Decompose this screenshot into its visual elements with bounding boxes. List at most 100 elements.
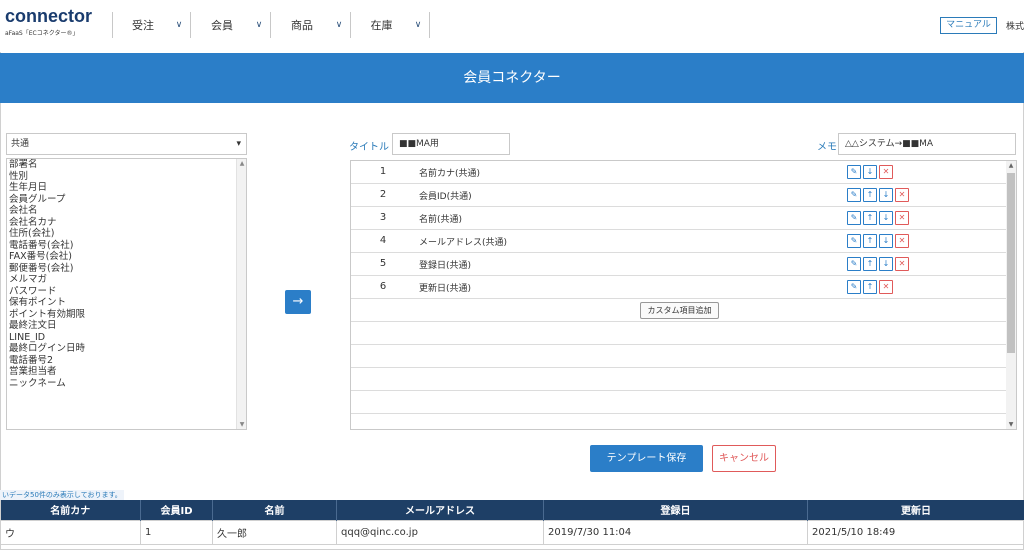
arrow-up-icon[interactable]: ↑ [863, 257, 877, 271]
close-icon[interactable]: ✕ [895, 257, 909, 271]
table-row: 2 会員ID(共通) ✎ ↑ ↓ ✕ [351, 184, 1008, 207]
add-custom-field-button[interactable]: カスタム項目追加 [640, 302, 719, 319]
nav-products-label: 商品 [291, 19, 313, 32]
column-header[interactable]: 名前 [212, 500, 337, 520]
list-item[interactable]: 会社名 [7, 205, 246, 217]
memo-input[interactable]: △△システム→■■MA [838, 133, 1016, 155]
list-item[interactable]: 会員グループ [7, 194, 246, 206]
selected-columns-table: 1 名前カナ(共通) ✎ ↓ ✕ 2 会員ID(共通) ✎ ↑ ↓ ✕ 3 名前(共通) ✎ ↑ ↓ ✕ 4 メール… [350, 160, 1017, 430]
list-item[interactable]: 電話番号2 [7, 355, 246, 367]
arrow-up-icon[interactable]: ↑ [863, 280, 877, 294]
preview-table: 名前カナ 会員ID 名前 メールアドレス 登録日 更新日 ウ 1 久一郎 qqq@qinc.co… [0, 500, 1024, 545]
list-item[interactable]: FAX番号(会社) [7, 251, 246, 263]
arrow-right-icon: → [292, 294, 304, 309]
close-icon[interactable]: ✕ [879, 280, 893, 294]
row-number: 4 [379, 235, 387, 246]
column-header[interactable]: 登録日 [543, 500, 808, 520]
row-number: 5 [379, 258, 387, 269]
nav-inventory[interactable]: 在庫 ∨ [350, 12, 429, 38]
column-name: 会員ID(共通) [419, 192, 472, 202]
scroll-up-icon[interactable]: ▲ [1006, 162, 1016, 169]
list-item[interactable]: 部署名 [7, 159, 246, 171]
pencil-icon[interactable]: ✎ [847, 280, 861, 294]
column-header[interactable]: メールアドレス [336, 500, 544, 520]
column-name: メールアドレス(共通) [419, 238, 508, 248]
fields-scrollbar[interactable]: ▲ ▼ [236, 159, 246, 429]
table-cell: 2021/5/10 18:49 [807, 519, 1024, 545]
arrow-up-icon[interactable]: ↑ [863, 234, 877, 248]
list-item[interactable]: 最終注文日 [7, 320, 246, 332]
list-item[interactable]: 住所(会社) [7, 228, 246, 240]
list-item[interactable]: メルマガ [7, 274, 246, 286]
arrow-down-icon[interactable]: ↓ [879, 188, 893, 202]
list-item[interactable]: 保有ポイント [7, 297, 246, 309]
list-item[interactable]: ポイント有効期限 [7, 309, 246, 321]
scroll-down-icon[interactable]: ▼ [237, 421, 246, 428]
list-item[interactable]: 会社名カナ [7, 217, 246, 229]
list-item[interactable]: 性別 [7, 171, 246, 183]
scroll-up-icon[interactable]: ▲ [237, 160, 246, 167]
close-icon[interactable]: ✕ [879, 165, 893, 179]
close-icon[interactable]: ✕ [895, 188, 909, 202]
page-title: 会員コネクター [0, 53, 1024, 103]
row-actions: ✎ ↑ ↓ ✕ [847, 188, 909, 202]
pencil-icon[interactable]: ✎ [847, 257, 861, 271]
arrow-down-icon[interactable]: ↓ [863, 165, 877, 179]
table-row: 4 メールアドレス(共通) ✎ ↑ ↓ ✕ [351, 230, 1008, 253]
scrollbar-thumb[interactable] [1007, 173, 1015, 353]
column-header[interactable]: 更新日 [807, 500, 1024, 520]
list-item[interactable]: LINE_ID [7, 332, 246, 344]
list-item[interactable]: 電話番号(会社) [7, 240, 246, 252]
list-item[interactable]: 営業担当者 [7, 366, 246, 378]
cancel-button[interactable]: キャンセル [712, 445, 776, 472]
table-row [351, 368, 1008, 391]
list-item[interactable]: パスワード [7, 286, 246, 298]
arrow-up-icon[interactable]: ↑ [863, 188, 877, 202]
nav-divider [429, 12, 430, 38]
available-fields-list[interactable]: 部署名 性別 生年月日 会員グループ 会社名 会社名カナ 住所(会社) 電話番号(会社) FAX… [6, 158, 247, 430]
pencil-icon[interactable]: ✎ [847, 188, 861, 202]
table-row: 6 更新日(共通) ✎ ↑ ✕ [351, 276, 1008, 299]
app-logo-subtitle: aFaaS「ECコネクター®」 [5, 30, 79, 37]
manual-button[interactable]: マニュアル [940, 17, 997, 34]
column-name: 名前(共通) [419, 215, 463, 225]
close-icon[interactable]: ✕ [895, 234, 909, 248]
close-icon[interactable]: ✕ [895, 211, 909, 225]
row-actions: ✎ ↑ ↓ ✕ [847, 234, 909, 248]
nav-orders[interactable]: 受注 ∨ [112, 12, 190, 38]
list-item[interactable]: ニックネーム [7, 378, 246, 390]
row-actions: ✎ ↓ ✕ [847, 165, 893, 179]
arrow-down-icon[interactable]: ↓ [879, 257, 893, 271]
nav-members-label: 会員 [211, 19, 233, 32]
pencil-icon[interactable]: ✎ [847, 211, 861, 225]
main-menu: 受注 ∨ 会員 ∨ 商品 ∨ 在庫 ∨ [112, 12, 430, 38]
row-number: 1 [379, 166, 387, 177]
table-row: ウ 1 久一郎 qqq@qinc.co.jp 2019/7/30 11:04 2021/5… [0, 519, 1024, 545]
selected-scrollbar[interactable]: ▲ ▼ [1006, 161, 1016, 429]
category-select[interactable]: 共通 ▾ [6, 133, 247, 155]
preview-notice: いデータ50件のみ表示しております。 [0, 490, 124, 500]
arrow-up-icon[interactable]: ↑ [863, 211, 877, 225]
arrow-down-icon[interactable]: ↓ [879, 234, 893, 248]
row-actions: ✎ ↑ ↓ ✕ [847, 257, 909, 271]
pencil-icon[interactable]: ✎ [847, 165, 861, 179]
list-item[interactable]: 生年月日 [7, 182, 246, 194]
list-item[interactable]: 郵便番号(会社) [7, 263, 246, 275]
arrow-down-icon[interactable]: ↓ [879, 211, 893, 225]
pencil-icon[interactable]: ✎ [847, 234, 861, 248]
list-item[interactable]: 最終ログイン日時 [7, 343, 246, 355]
chevron-down-icon: ▾ [236, 139, 241, 149]
chevron-down-icon: ∨ [414, 20, 422, 30]
column-header[interactable]: 名前カナ [0, 500, 141, 520]
add-field-button[interactable]: → [285, 290, 311, 314]
table-cell: 2019/7/30 11:04 [543, 519, 808, 545]
chevron-down-icon: ∨ [175, 20, 183, 30]
app-logo[interactable]: connector [5, 6, 92, 27]
scroll-down-icon[interactable]: ▼ [1006, 421, 1016, 428]
nav-members[interactable]: 会員 ∨ [190, 12, 270, 38]
nav-inventory-label: 在庫 [370, 19, 393, 32]
title-input[interactable]: ■■MA用 [392, 133, 510, 155]
nav-products[interactable]: 商品 ∨ [270, 12, 350, 38]
column-header[interactable]: 会員ID [140, 500, 213, 520]
save-template-button[interactable]: テンプレート保存 [590, 445, 703, 472]
